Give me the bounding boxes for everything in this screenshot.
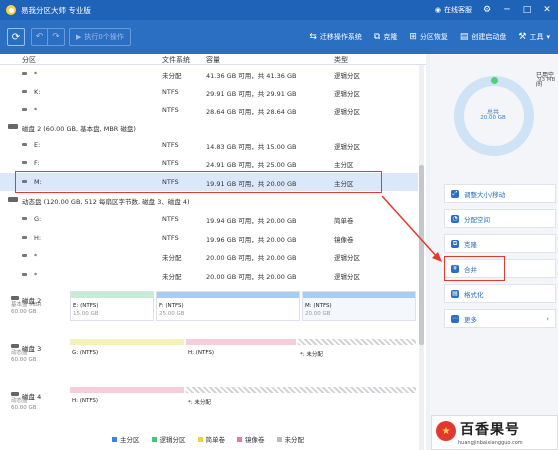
tools-icon: ⚒: [518, 32, 527, 42]
table-row[interactable]: E: NTFS 14.83 GB 可用，共 15.00 GB 逻辑分区: [0, 136, 418, 154]
table-row[interactable]: * 未分配 20.00 GB 可用，共 20.00 GB 逻辑分区: [0, 247, 418, 265]
column-filesystem[interactable]: 文件系统: [162, 55, 190, 65]
migrate-os-button[interactable]: ⇆ 迁移操作系统: [309, 32, 362, 42]
disk-segment-selected[interactable]: M: (NTFS) 20.00 GB: [302, 291, 416, 321]
legend: 主分区 逻辑分区 简单卷 镜像卷 未分配: [112, 434, 304, 444]
used-space-value: 93 MB: [538, 77, 556, 83]
more-icon: ⋯: [451, 314, 459, 323]
chevron-right-icon: ›: [546, 314, 549, 323]
scrollbar-thumb[interactable]: [419, 165, 424, 345]
refresh-button[interactable]: ⟳: [7, 28, 25, 46]
table-row[interactable]: * NTFS 28.64 GB 可用，共 28.64 GB 逻辑分区: [0, 101, 418, 119]
highlight-box: [15, 171, 382, 193]
disk-segment[interactable]: H: (NTFS): [186, 339, 296, 369]
resize-icon: ⤢: [451, 189, 459, 198]
apply-operations-button[interactable]: ▶ 执行0个操作: [69, 28, 131, 46]
disk-group-header[interactable]: 动态盘 (120.00 GB, 512 每扇区字节数, 磁盘 3、磁盘 4): [0, 193, 418, 207]
recover-icon: ⊞: [409, 32, 417, 42]
settings-icon[interactable]: ⚙: [482, 5, 492, 15]
undo-button[interactable]: ↶: [32, 29, 48, 45]
scrollbar[interactable]: [419, 65, 424, 450]
disk-segment[interactable]: G: (NTFS): [70, 339, 184, 369]
resize-move-button[interactable]: ⤢ 调整大小/移动: [444, 184, 556, 203]
star-logo-icon: ★: [436, 421, 456, 441]
table-row[interactable]: * 未分配 41.36 GB 可用，共 41.36 GB 逻辑分区: [0, 65, 418, 83]
disk-group-header[interactable]: 磁盘 2 (60.00 GB, 基本盘, MBR 磁盘): [0, 120, 418, 134]
format-icon: ▤: [451, 289, 459, 298]
disk-segment[interactable]: *: 未分配: [298, 339, 416, 369]
legend-item: 镜像卷: [237, 434, 265, 444]
legend-item: 简单卷: [197, 434, 225, 444]
disk-segment[interactable]: H: (NTFS): [70, 387, 184, 417]
undo-redo-group: ↶ ↷: [31, 28, 65, 46]
create-bootdisk-button[interactable]: ▤ 创建启动盘: [460, 32, 507, 42]
table-row[interactable]: * 未分配 20.00 GB 可用，共 20.00 GB 逻辑分区: [0, 266, 418, 284]
disk-map-4: 磁盘 4 动态盘 60.00 GB H: (NTFS) *: 未分配: [8, 385, 418, 421]
more-button[interactable]: ⋯ 更多 ›: [444, 309, 556, 328]
table-row[interactable]: H: NTFS 19.96 GB 可用，共 20.00 GB 镜像卷: [0, 229, 418, 247]
clone-button[interactable]: ⧉ 克隆: [374, 32, 397, 42]
format-button[interactable]: ▤ 格式化: [444, 284, 556, 303]
play-icon: ▶: [76, 33, 82, 41]
watermark: ★ 百香果号 huangjinbaixiangguo.com: [431, 415, 558, 450]
legend-item: 主分区: [112, 434, 140, 444]
operations-sidebar: 已用空间 93 MB 总共 20.00 GB ⤢ 调整大小/移动 ◔ 分配空间 ⧉ 克…: [430, 54, 558, 450]
toolbar: ⟳ ↶ ↷ ▶ 执行0个操作 ⇆ 迁移操作系统 ⧉ 克隆 ⊞ 分区恢复 ▤ 创建启动盘 ⚒…: [0, 20, 558, 54]
total-value: 20.00 GB: [480, 115, 506, 121]
highlight-box: [444, 256, 505, 281]
close-button[interactable]: ✕: [542, 5, 552, 15]
partition-recovery-button[interactable]: ⊞ 分区恢复: [409, 32, 448, 42]
maximize-button[interactable]: □: [522, 5, 532, 15]
title-bar: 易我分区大师 专业版 ◉ 在线客服 ⚙ ─ □ ✕: [0, 0, 558, 20]
used-dot: [491, 77, 498, 84]
column-partition[interactable]: 分区: [22, 55, 36, 65]
chevron-down-icon: ▾: [546, 33, 550, 41]
disk-icon: [8, 197, 18, 202]
legend-item: 逻辑分区: [151, 434, 186, 444]
migrate-icon: ⇆: [309, 32, 317, 42]
tools-menu[interactable]: ⚒ 工具 ▾: [518, 32, 550, 42]
column-capacity[interactable]: 容量: [206, 55, 220, 65]
disk-icon: [11, 392, 19, 396]
clone-icon: ⧉: [451, 239, 459, 248]
minimize-button[interactable]: ─: [502, 5, 512, 15]
app-logo-icon: [6, 5, 16, 15]
redo-button[interactable]: ↷: [48, 29, 64, 45]
table-row[interactable]: G: NTFS 19.94 GB 可用，共 20.00 GB 简单卷: [0, 210, 418, 228]
disk-icon: [11, 344, 19, 348]
table-header: 分区 文件系统 容量 类型: [0, 54, 426, 65]
user-icon: ◉: [434, 6, 441, 14]
partition-panel: 分区 文件系统 容量 类型 * 未分配 41.36 GB 可用，共 41.36 GB…: [0, 54, 426, 450]
online-support-button[interactable]: ◉ 在线客服: [435, 5, 472, 15]
disk-map-3: 磁盘 3 动态盘 60.00 GB G: (NTFS) H: (NTFS) *: 未…: [8, 337, 418, 373]
column-type[interactable]: 类型: [334, 55, 348, 65]
window-title: 易我分区大师 专业版: [21, 5, 91, 15]
disk-map-2: 磁盘 2 基本盘 MBR 60.00 GB E: (NTFS) 15.00 GB F:…: [8, 289, 418, 325]
refresh-icon: ⟳: [11, 31, 21, 43]
allocate-space-button[interactable]: ◔ 分配空间: [444, 209, 556, 228]
allocate-icon: ◔: [451, 214, 459, 223]
disk-icon: [8, 124, 18, 129]
clone-icon: ⧉: [373, 32, 381, 42]
disk-segment[interactable]: *: 未分配: [186, 387, 416, 417]
bootdisk-icon: ▤: [459, 32, 469, 42]
disk-segment[interactable]: E: (NTFS) 15.00 GB: [70, 291, 154, 321]
table-row[interactable]: F: NTFS 24.91 GB 可用，共 25.00 GB 主分区: [0, 154, 418, 172]
legend-item: 未分配: [276, 434, 304, 444]
clone-partition-button[interactable]: ⧉ 克隆: [444, 234, 556, 253]
table-row[interactable]: K: NTFS 29.91 GB 可用，共 29.91 GB 逻辑分区: [0, 83, 418, 101]
disk-segment[interactable]: F: (NTFS) 25.00 GB: [156, 291, 300, 321]
disk-icon: [11, 296, 19, 300]
